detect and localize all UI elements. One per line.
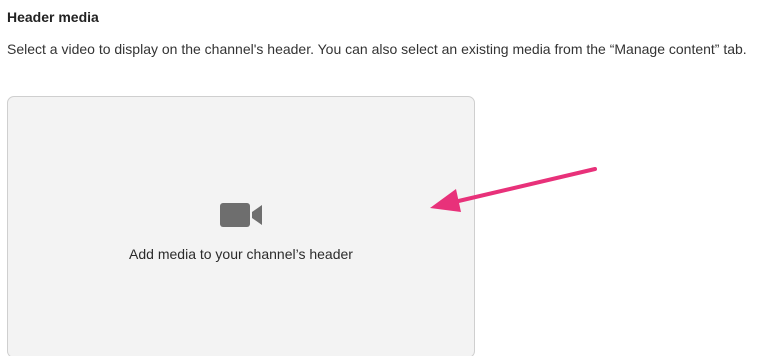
section-description: Select a video to display on the channel… [7, 41, 747, 57]
arrow-icon [430, 167, 597, 212]
section-title: Header media [7, 9, 99, 25]
video-camera-icon [220, 203, 262, 227]
add-media-dropzone[interactable]: Add media to your channel’s header [7, 96, 475, 356]
dropzone-label: Add media to your channel’s header [129, 246, 353, 262]
header-media-section: Header media Select a video to display o… [0, 0, 759, 356]
